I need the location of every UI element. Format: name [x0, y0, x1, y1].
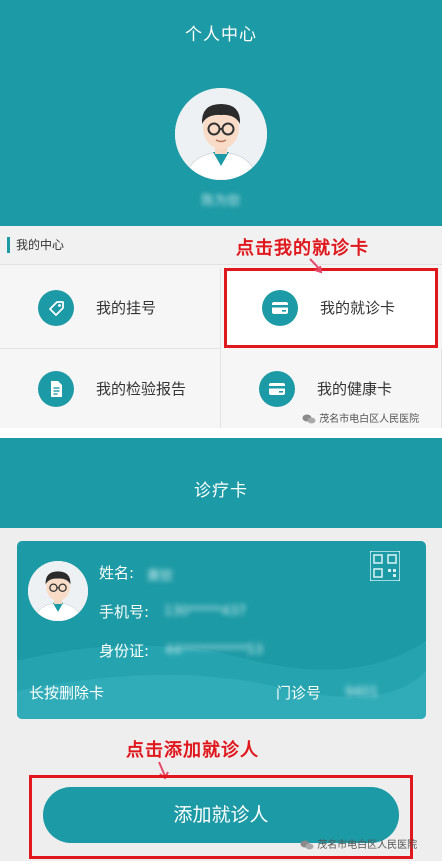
clinic-number-value: 9401 — [345, 685, 379, 700]
card-icon — [262, 290, 298, 326]
wechat-icon — [300, 840, 314, 850]
card-avatar — [28, 561, 88, 621]
id-label: 身份证: — [99, 642, 150, 660]
watermark-text: 茂名市电白区人民医院 — [319, 414, 420, 425]
menu-item-label: 我的就诊卡 — [320, 299, 396, 317]
wechat-icon — [302, 414, 316, 424]
qr-code-icon[interactable] — [370, 551, 400, 581]
menu-item-lab-report[interactable]: 我的检验报告 — [0, 349, 221, 430]
phone-value: 130*****437 — [164, 604, 247, 619]
report-document-icon — [38, 371, 74, 407]
id-value: 44**********53 — [165, 643, 264, 658]
arrow-down-icon — [309, 258, 323, 274]
menu-item-label: 我的挂号 — [96, 299, 157, 317]
menu-item-medical-card[interactable]: 我的就诊卡 — [224, 268, 438, 348]
avatar — [175, 88, 267, 180]
card-icon — [259, 371, 295, 407]
section-header: 我的中心 — [0, 226, 442, 265]
user-name: 陈为钦 — [201, 194, 241, 209]
menu-item-register[interactable]: 我的挂号 — [0, 268, 221, 349]
name-label: 姓名: — [99, 564, 135, 582]
register-tag-icon — [38, 290, 74, 326]
doctor-avatar-icon — [28, 561, 88, 621]
long-press-delete-label: 长按删除卡 — [29, 684, 105, 702]
menu-item-label: 我的健康卡 — [317, 380, 393, 398]
watermark-text: 茂名市电白区人民医院 — [317, 840, 418, 851]
annotation-text: 点击我的就诊卡 — [236, 238, 369, 259]
name-value: 黄钦 — [147, 569, 174, 584]
watermark: 茂名市电白区人民医院 — [302, 410, 419, 425]
doctor-avatar-icon — [175, 88, 267, 180]
clinic-number-label: 门诊号 — [276, 684, 322, 702]
watermark: 茂名市电白区人民医院 — [300, 836, 417, 851]
section-label: 我的中心 — [16, 238, 65, 252]
page-title: 个人中心 — [185, 25, 257, 45]
menu-item-label: 我的检验报告 — [96, 380, 187, 398]
annotation-text: 点击添加就诊人 — [126, 740, 259, 761]
card-page-title: 诊疗卡 — [194, 481, 248, 501]
screen-divider — [0, 428, 442, 438]
phone-label: 手机号: — [99, 603, 150, 621]
section-marker — [7, 237, 10, 253]
add-patient-button[interactable]: 添加就诊人 — [43, 787, 399, 843]
